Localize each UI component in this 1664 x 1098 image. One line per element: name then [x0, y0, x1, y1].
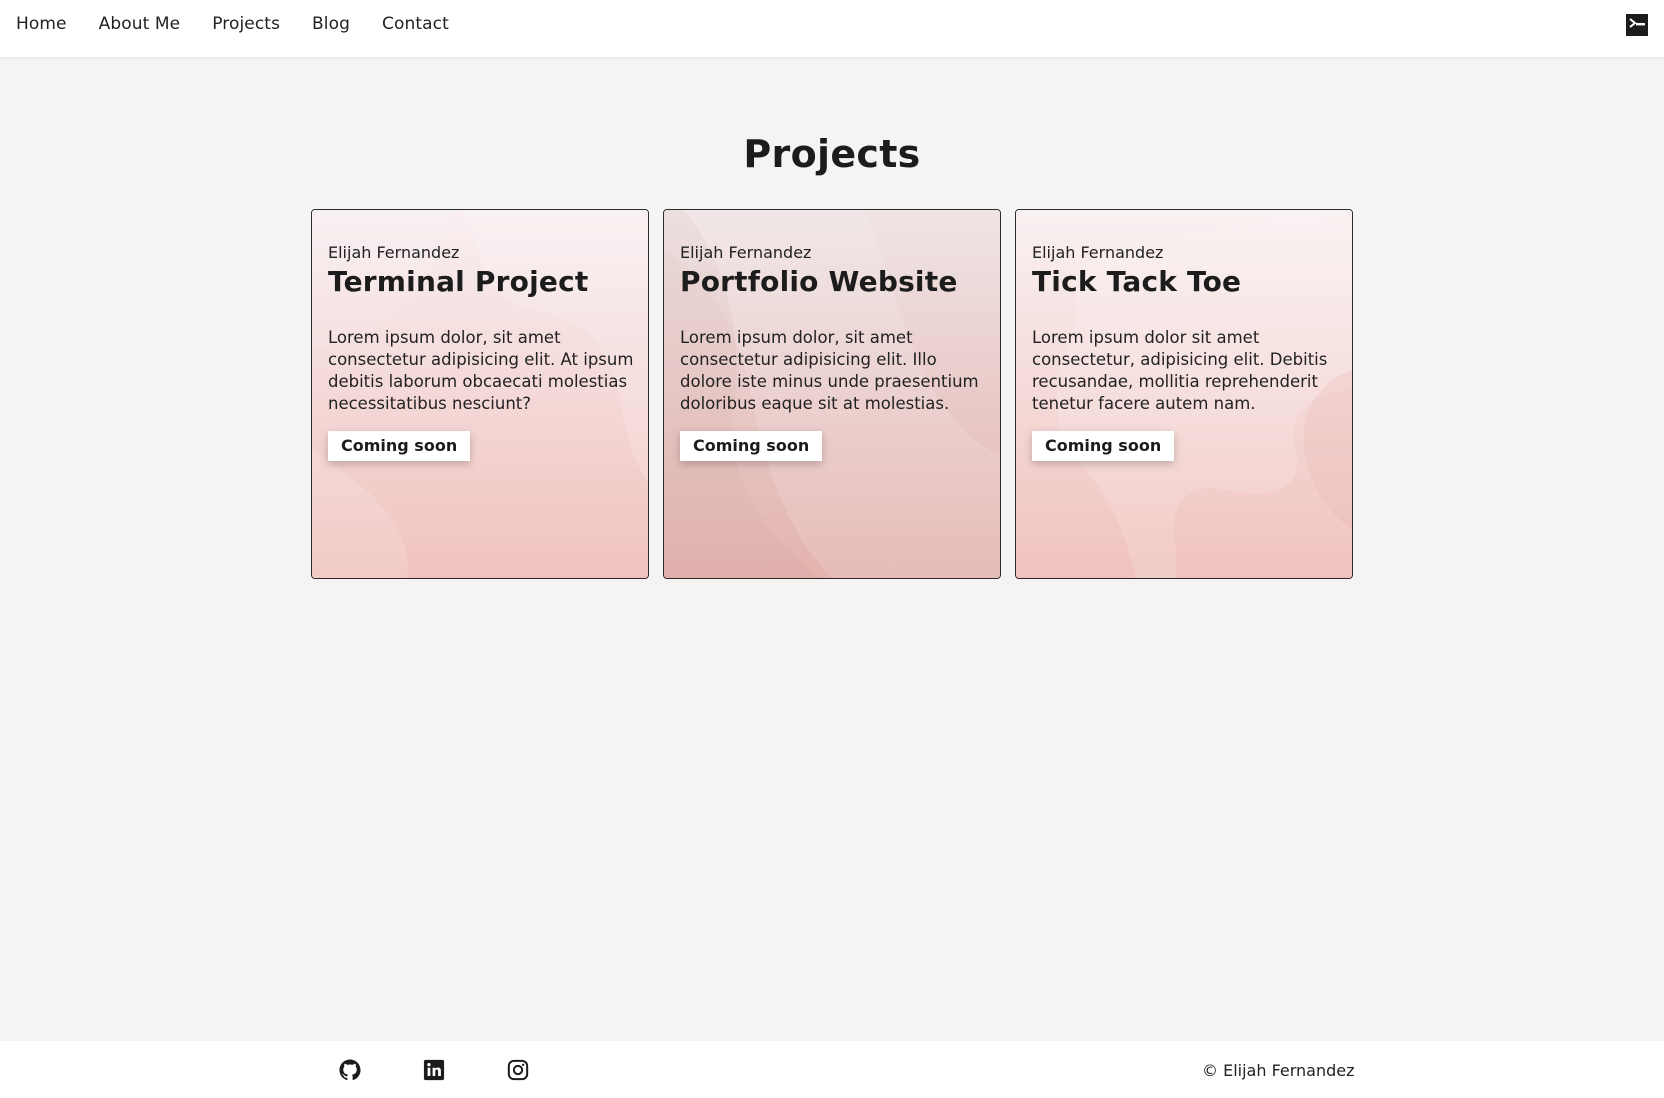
card-content: Elijah Fernandez Portfolio Website Lorem…: [680, 243, 988, 461]
card-title: Portfolio Website: [680, 265, 958, 298]
card-title: Terminal Project: [328, 265, 589, 298]
project-card-tick-tack-toe: Elijah Fernandez Tick Tack Toe Lorem ips…: [1015, 209, 1353, 579]
footer: © Elijah Fernandez: [0, 1041, 1664, 1098]
top-navbar: Home About Me Projects Blog Contact: [0, 0, 1664, 57]
card-content: Elijah Fernandez Terminal Project Lorem …: [328, 243, 636, 461]
card-author: Elijah Fernandez: [328, 243, 460, 262]
instagram-icon[interactable]: [507, 1059, 529, 1081]
coming-soon-button[interactable]: Coming soon: [328, 431, 471, 461]
card-title: Tick Tack Toe: [1032, 265, 1242, 298]
terminal-icon[interactable]: [1626, 14, 1648, 36]
page-title: Projects: [743, 132, 921, 176]
nav-links: Home About Me Projects Blog Contact: [16, 13, 481, 35]
nav-link-about-me[interactable]: About Me: [99, 13, 181, 35]
card-author: Elijah Fernandez: [680, 243, 812, 262]
github-icon[interactable]: [339, 1059, 361, 1081]
coming-soon-button[interactable]: Coming soon: [680, 431, 823, 461]
project-card-portfolio: Elijah Fernandez Portfolio Website Lorem…: [663, 209, 1001, 579]
card-content: Elijah Fernandez Tick Tack Toe Lorem ips…: [1032, 243, 1340, 461]
nav-link-contact[interactable]: Contact: [382, 13, 449, 35]
project-card-terminal: Elijah Fernandez Terminal Project Lorem …: [311, 209, 649, 579]
card-description: Lorem ipsum dolor, sit amet consectetur …: [328, 328, 634, 413]
nav-link-blog[interactable]: Blog: [312, 13, 350, 35]
card-description: Lorem ipsum dolor, sit amet consectetur …: [680, 328, 979, 413]
card-description: Lorem ipsum dolor sit amet consectetur, …: [1032, 328, 1328, 413]
copyright-text: © Elijah Fernandez: [1202, 1061, 1355, 1080]
coming-soon-button[interactable]: Coming soon: [1032, 431, 1175, 461]
nav-link-home[interactable]: Home: [16, 13, 67, 35]
nav-link-projects[interactable]: Projects: [212, 13, 280, 35]
card-author: Elijah Fernandez: [1032, 243, 1164, 262]
linkedin-icon[interactable]: [423, 1059, 445, 1081]
